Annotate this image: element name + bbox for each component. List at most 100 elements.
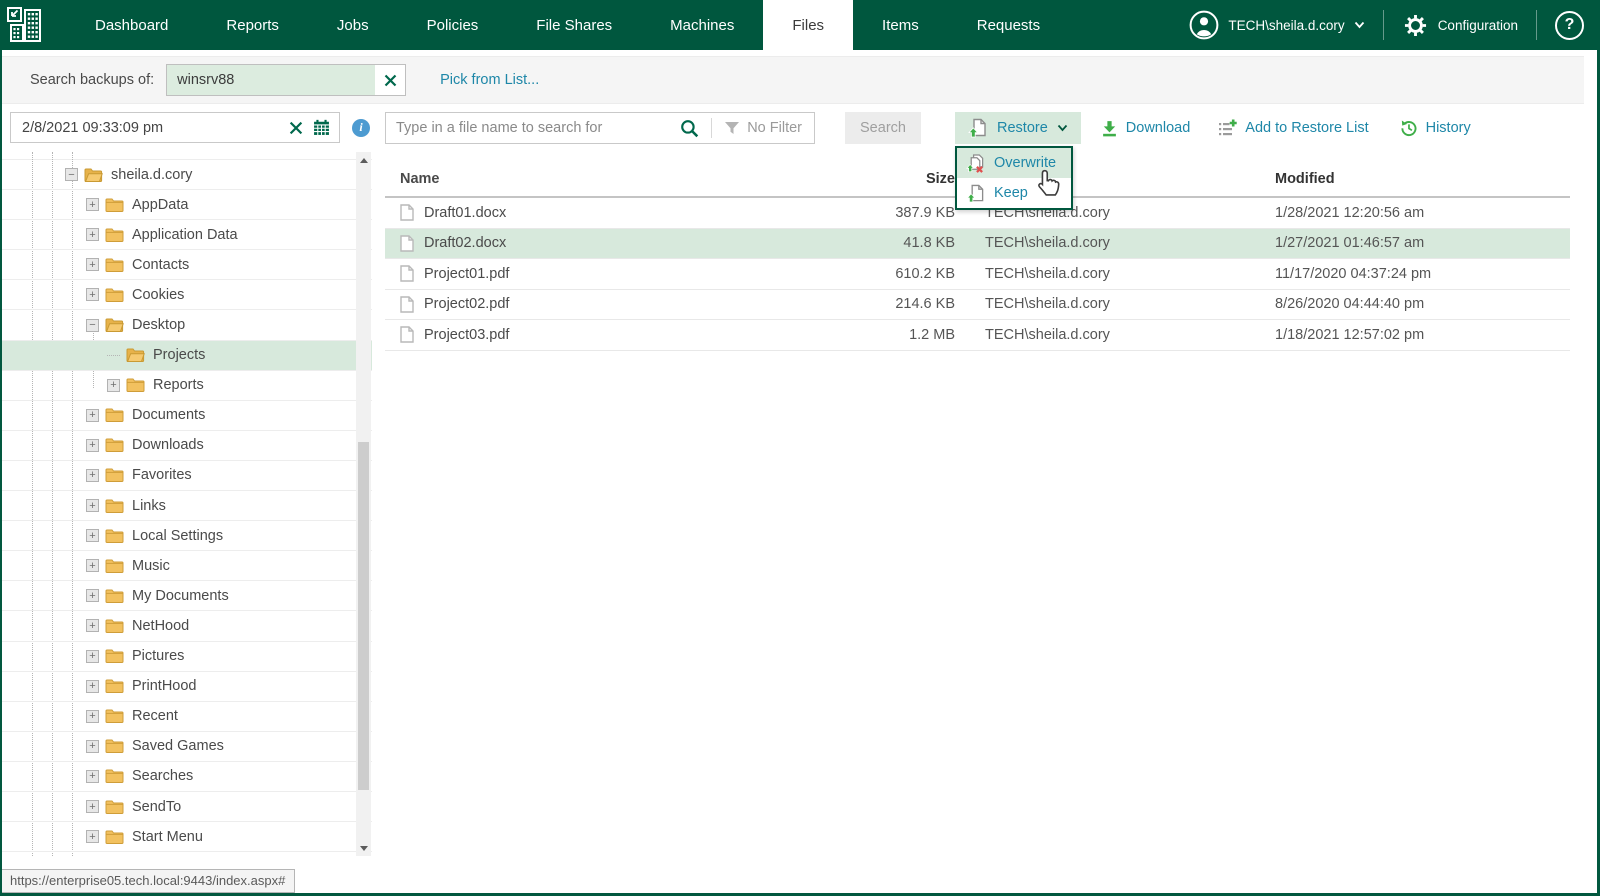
column-header-size[interactable]: Size [800, 171, 970, 187]
expand-plus-icon[interactable]: + [86, 499, 99, 512]
tree-item-downloads[interactable]: + Downloads [0, 431, 372, 461]
table-row-draft02-docx[interactable]: Draft02.docx 41.8 KB TECH\sheila.d.cory … [385, 229, 1570, 260]
file-search-input[interactable] [386, 120, 680, 136]
expand-plus-icon[interactable]: + [86, 288, 99, 301]
tree-item-local-settings[interactable]: + Local Settings [0, 521, 372, 551]
expand-plus-icon[interactable]: + [86, 439, 99, 452]
tree-item-recent[interactable]: + Recent [0, 702, 372, 732]
restore-point-input[interactable] [13, 120, 279, 136]
menu-item-keep[interactable]: Keep [957, 178, 1071, 208]
download-button[interactable]: Download [1101, 120, 1191, 137]
tree-item-links[interactable]: + Links [0, 491, 372, 521]
pick-from-list-link[interactable]: Pick from List... [440, 72, 539, 88]
column-header-name[interactable]: Name [385, 171, 800, 187]
table-row-project01-pdf[interactable]: Project01.pdf 610.2 KB TECH\sheila.d.cor… [385, 259, 1570, 290]
scroll-up-arrow-icon[interactable] [356, 152, 371, 168]
file-search-box: No Filter [385, 112, 815, 144]
table-row-project02-pdf[interactable]: Project02.pdf 214.6 KB TECH\sheila.d.cor… [385, 290, 1570, 321]
tree-item-sheila-d-cory[interactable]: − sheila.d.cory [0, 160, 372, 190]
file-owner-cell: TECH\sheila.d.cory [970, 296, 1270, 312]
tree-item-projects[interactable]: Projects [0, 341, 372, 371]
nav-tab-dashboard[interactable]: Dashboard [66, 0, 197, 50]
tree-item-nethood[interactable]: + NetHood [0, 611, 372, 641]
tree-item-music[interactable]: + Music [0, 551, 372, 581]
expand-plus-icon[interactable]: + [86, 619, 99, 632]
expand-plus-icon[interactable]: + [86, 469, 99, 482]
user-menu[interactable]: TECH\sheila.d.cory [1189, 10, 1364, 40]
nav-tab-jobs[interactable]: Jobs [308, 0, 398, 50]
file-name: Project03.pdf [424, 327, 509, 343]
tree-item-favorites[interactable]: + Favorites [0, 461, 372, 491]
restore-button[interactable]: Restore [955, 112, 1081, 144]
file-size-cell: 214.6 KB [800, 296, 970, 312]
tree-clipped-row [0, 152, 372, 160]
menu-item-overwrite[interactable]: Overwrite [957, 148, 1071, 178]
info-icon[interactable]: i [352, 119, 370, 137]
column-header-modified[interactable]: Modified [1270, 171, 1570, 187]
nav-tab-reports[interactable]: Reports [197, 0, 308, 50]
scroll-down-arrow-icon[interactable] [356, 840, 371, 856]
nav-tab-requests[interactable]: Requests [948, 0, 1069, 50]
nav-right: TECH\sheila.d.cory Configuration ? [1189, 0, 1600, 50]
tree-item-searches[interactable]: + Searches [0, 762, 372, 792]
backup-search-input[interactable] [167, 65, 375, 95]
add-to-restore-list-button[interactable]: Add to Restore List [1218, 119, 1368, 138]
expand-plus-icon[interactable]: + [86, 228, 99, 241]
search-icon[interactable] [680, 119, 699, 138]
expand-plus-icon[interactable]: + [86, 258, 99, 271]
clear-backup-search-button[interactable] [375, 65, 405, 95]
search-button[interactable]: Search [845, 112, 921, 144]
nav-tab-policies[interactable]: Policies [398, 0, 508, 50]
calendar-icon[interactable] [313, 119, 330, 136]
file-size-cell: 1.2 MB [800, 327, 970, 343]
expand-plus-icon[interactable]: + [86, 680, 99, 693]
tree-item-reports[interactable]: + Reports [0, 371, 372, 401]
expand-plus-icon[interactable]: + [86, 710, 99, 723]
tree-item-desktop[interactable]: − Desktop [0, 310, 372, 340]
expand-plus-icon[interactable]: + [86, 830, 99, 843]
tree-item-application-data[interactable]: + Application Data [0, 220, 372, 250]
tree-item-sendto[interactable]: + SendTo [0, 792, 372, 822]
expand-plus-icon[interactable]: + [107, 379, 120, 392]
tree-item-printhood[interactable]: + PrintHood [0, 672, 372, 702]
tree-item-my-documents[interactable]: + My Documents [0, 581, 372, 611]
history-button[interactable]: History [1399, 119, 1471, 138]
backup-search-input-wrap [166, 64, 406, 96]
help-button[interactable]: ? [1555, 11, 1584, 40]
configuration-button[interactable]: Configuration [1402, 12, 1518, 39]
expand-plus-icon[interactable]: + [86, 198, 99, 211]
tree-item-cookies[interactable]: + Cookies [0, 280, 372, 310]
expand-plus-icon[interactable]: + [86, 559, 99, 572]
tree-scrollbar[interactable] [356, 152, 371, 856]
nav-tab-items[interactable]: Items [853, 0, 948, 50]
tree-item-pictures[interactable]: + Pictures [0, 642, 372, 672]
expand-plus-icon[interactable]: + [86, 409, 99, 422]
collapse-minus-icon[interactable]: − [65, 168, 78, 181]
file-icon [400, 326, 414, 343]
expand-plus-icon[interactable]: + [86, 650, 99, 663]
nav-tab-files[interactable]: Files [763, 0, 853, 50]
file-modified-cell: 1/28/2021 12:20:56 am [1270, 205, 1570, 221]
filter-icon[interactable] [724, 121, 740, 135]
tree-item-documents[interactable]: + Documents [0, 401, 372, 431]
expand-plus-icon[interactable]: + [86, 770, 99, 783]
nav-tab-machines[interactable]: Machines [641, 0, 763, 50]
table-row-project03-pdf[interactable]: Project03.pdf 1.2 MB TECH\sheila.d.cory … [385, 320, 1570, 351]
nav-tab-file-shares[interactable]: File Shares [507, 0, 641, 50]
tree-item-contacts[interactable]: + Contacts [0, 250, 372, 280]
expand-plus-icon[interactable]: + [86, 800, 99, 813]
tree-item-clipped[interactable]: + [0, 852, 372, 856]
expand-plus-icon[interactable]: + [86, 589, 99, 602]
collapse-minus-icon[interactable]: − [86, 319, 99, 332]
clear-date-icon[interactable] [289, 121, 303, 135]
folder-icon [105, 197, 124, 213]
expand-plus-icon[interactable]: + [86, 740, 99, 753]
tree-item-appdata[interactable]: + AppData [0, 190, 372, 220]
tree-item-saved-games[interactable]: + Saved Games [0, 732, 372, 762]
no-filter-label[interactable]: No Filter [747, 120, 802, 136]
scrollbar-thumb[interactable] [358, 442, 369, 790]
tree-item-start-menu[interactable]: + Start Menu [0, 822, 372, 852]
restore-overwrite-icon [966, 154, 985, 173]
tree-item-label: Saved Games [132, 738, 224, 754]
expand-plus-icon[interactable]: + [86, 529, 99, 542]
